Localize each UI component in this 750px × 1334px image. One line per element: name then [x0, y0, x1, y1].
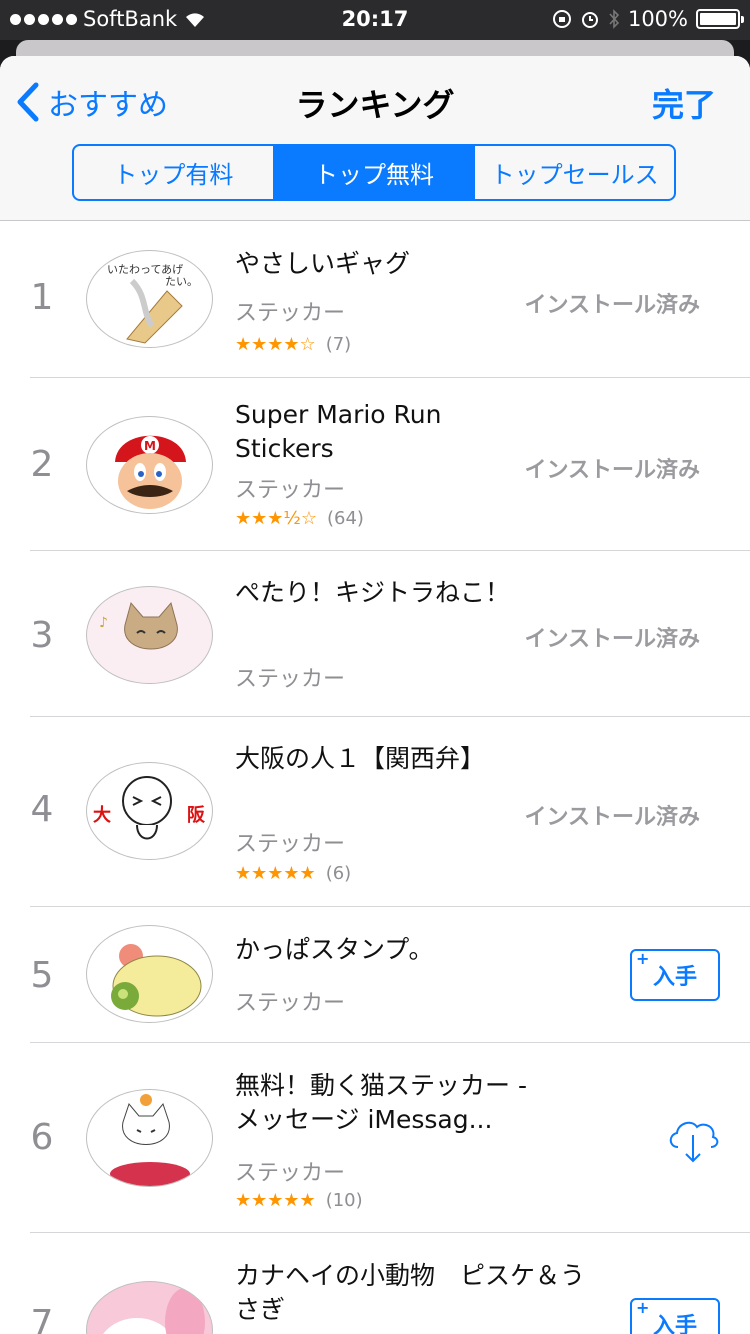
get-button[interactable]: + 入手	[630, 1298, 720, 1334]
app-name: Super Mario Run Stickers	[235, 400, 442, 463]
done-button[interactable]: 完了	[652, 80, 716, 126]
app-icon: M	[86, 416, 213, 514]
rank-number: 1	[30, 277, 54, 318]
cloud-download-icon	[669, 1121, 719, 1163]
app-name: かっぱスタンプ。	[235, 935, 434, 964]
svg-text:M: M	[144, 439, 156, 453]
app-category: ステッカー	[235, 1161, 346, 1186]
app-icon	[86, 1089, 213, 1187]
rank-number: 5	[30, 955, 54, 996]
rating-count: (64)	[327, 508, 364, 529]
rotation-lock-icon	[552, 10, 571, 28]
plus-icon: +	[636, 1298, 650, 1317]
download-button[interactable]	[666, 1115, 720, 1169]
rating-count: (6)	[325, 863, 352, 884]
ranking-sheet: おすすめ ランキング 完了 トップ有料 トップ無料 トップセールス 1 いたわっ…	[0, 56, 750, 1334]
list-item[interactable]: 2 M Super Mario Run Stickers ステッカー ★★★½☆…	[30, 378, 750, 551]
installed-label: インストール済み	[524, 293, 700, 318]
app-icon	[86, 1281, 213, 1334]
rating: ★★★★★ (6)	[235, 863, 351, 884]
tab-top-grossing[interactable]: トップセールス	[475, 146, 674, 199]
app-category: ステッカー	[235, 991, 346, 1016]
svg-text:阪: 阪	[187, 804, 206, 826]
list-item[interactable]: 7 カナヘイの小動物 ピスケ＆うさぎ + 入手	[30, 1233, 750, 1334]
installed-label: インストール済み	[524, 458, 700, 483]
app-name: 無料！動く猫ステッカー - メッセージ iMessag...	[235, 1071, 527, 1134]
app-category: ステッカー	[235, 301, 346, 326]
battery-icon	[696, 9, 744, 29]
rating-count: (10)	[325, 1190, 363, 1211]
rating-stars: ★★★★★	[235, 863, 316, 884]
list-item[interactable]: 4 大阪 大阪の人１【関西弁】 ステッカー ★★★★★ (6) インストール済み	[30, 717, 750, 907]
app-name: 大阪の人１【関西弁】	[235, 744, 486, 773]
rank-number: 6	[30, 1117, 54, 1158]
app-icon: いたわってあげ たい。	[86, 250, 213, 348]
tab-top-paid[interactable]: トップ有料	[74, 146, 275, 199]
rating-stars: ★★★★★	[235, 1190, 316, 1211]
list-item[interactable]: 1 いたわってあげ たい。 やさしいギャグ ステッカー ★★★★☆ (7) インスト…	[30, 221, 750, 378]
bluetooth-icon	[609, 9, 620, 29]
app-icon: ♪	[86, 586, 213, 684]
rating-stars: ★★★★☆	[235, 334, 316, 355]
rank-number: 2	[30, 444, 54, 485]
installed-label: インストール済み	[524, 805, 700, 830]
nav-bar: おすすめ ランキング 完了 トップ有料 トップ無料 トップセールス	[0, 56, 750, 221]
status-right: 100%	[552, 7, 744, 31]
list-item[interactable]: 5 かっぱスタンプ。 ステッカー + 入手	[30, 907, 750, 1043]
alarm-icon	[581, 12, 598, 28]
status-bar: SoftBank 20:17 100%	[0, 0, 750, 40]
rank-number: 7	[30, 1303, 54, 1334]
app-category: ステッカー	[235, 667, 346, 692]
rank-number: 4	[30, 789, 54, 830]
app-name: やさしいギャグ	[235, 249, 411, 278]
app-category: ステッカー	[235, 478, 346, 503]
get-label: 入手	[652, 965, 697, 990]
rating: ★★★★☆ (7)	[235, 334, 351, 355]
battery-percent: 100%	[627, 7, 688, 31]
app-name: カナヘイの小動物 ピスケ＆うさぎ	[235, 1261, 586, 1324]
list-item[interactable]: 3 ♪ ぺたり！キジトラねこ！ ステッカー インストール済み	[30, 551, 750, 717]
svg-text:たい。: たい。	[165, 275, 198, 288]
rank-number: 3	[30, 615, 54, 656]
rating-count: (7)	[325, 334, 352, 355]
svg-text:♪: ♪	[99, 615, 108, 631]
rating: ★★★★★ (10)	[235, 1190, 363, 1211]
app-name: ぺたり！キジトラねこ！	[235, 578, 511, 607]
get-label: 入手	[652, 1314, 697, 1334]
svg-text:大: 大	[93, 804, 111, 826]
plus-icon: +	[636, 949, 650, 968]
app-icon	[86, 925, 213, 1023]
page-title: ランキング	[295, 86, 455, 124]
get-button[interactable]: + 入手	[630, 949, 720, 1001]
rating: ★★★½☆ (64)	[235, 508, 364, 529]
list-item[interactable]: 6 無料！動く猫ステッカー - メッセージ iMessag... ステッカー ★…	[30, 1043, 750, 1233]
installed-label: インストール済み	[524, 627, 700, 652]
app-category: ステッカー	[235, 832, 346, 857]
tab-top-free[interactable]: トップ無料	[274, 146, 476, 199]
rating-stars: ★★★½☆	[235, 508, 317, 529]
app-icon: 大阪	[86, 762, 213, 860]
segmented-control: トップ有料 トップ無料 トップセールス	[72, 144, 676, 201]
